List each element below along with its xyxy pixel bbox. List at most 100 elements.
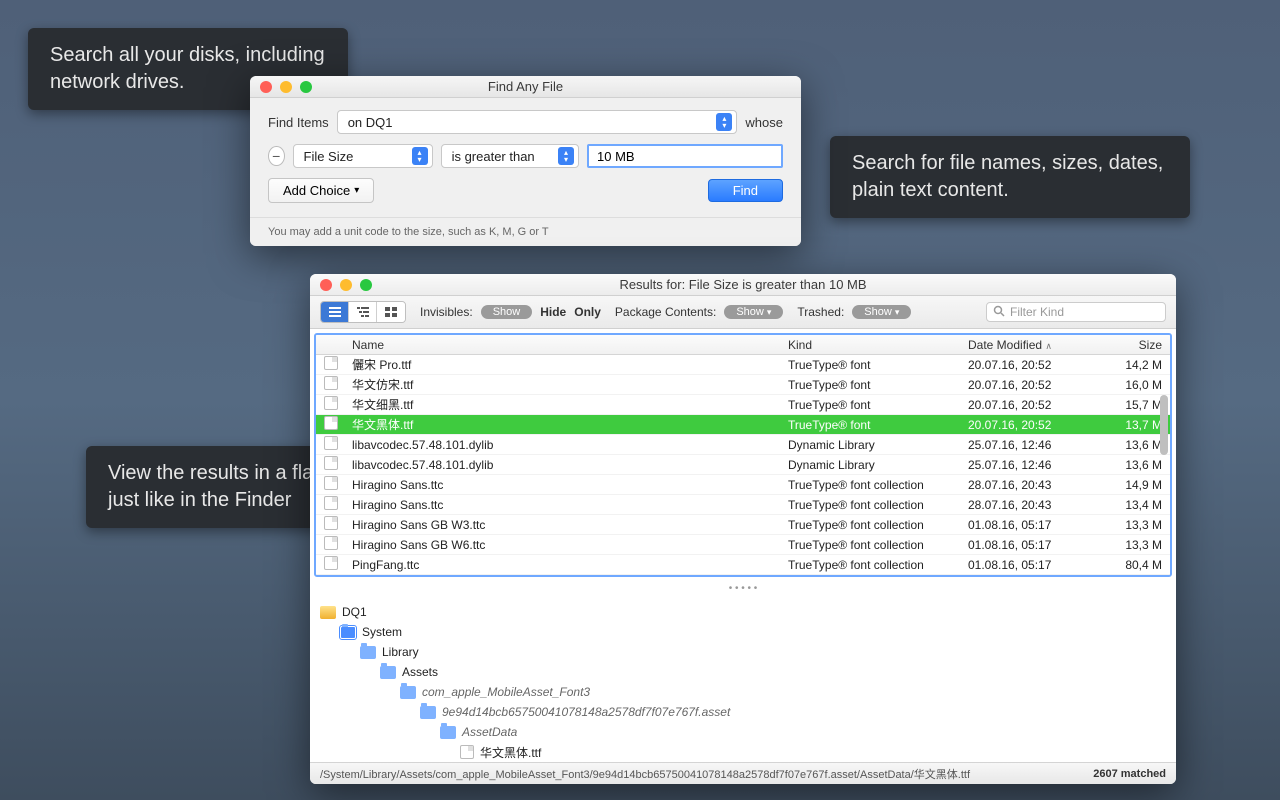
tree-row[interactable]: System xyxy=(320,622,1166,642)
operator-value: is greater than xyxy=(452,149,535,164)
folder-icon xyxy=(440,726,456,739)
file-icon xyxy=(324,356,338,370)
minimize-icon[interactable] xyxy=(340,279,352,291)
cell-name: 华文细黑.ttf xyxy=(344,396,780,413)
col-size[interactable]: Size xyxy=(1100,338,1170,352)
view-mode-segment[interactable] xyxy=(320,301,406,323)
splitter-handle[interactable]: • • • • • xyxy=(310,581,1176,596)
cell-kind: Dynamic Library xyxy=(780,438,960,452)
whose-label: whose xyxy=(745,115,783,130)
table-body[interactable]: 儷宋 Pro.ttf TrueType® font 20.07.16, 20:5… xyxy=(316,355,1170,575)
chevron-updown-icon: ▾ xyxy=(895,307,900,318)
tree-label: Assets xyxy=(402,665,438,679)
cell-date: 01.08.16, 05:17 xyxy=(960,538,1100,552)
tree-row[interactable]: Library xyxy=(320,642,1166,662)
table-row[interactable]: Hiragino Sans GB W6.ttc TrueType® font c… xyxy=(316,535,1170,555)
tree-row[interactable]: com_apple_MobileAsset_Font3 xyxy=(320,682,1166,702)
table-row[interactable]: 华文黑体.ttf TrueType® font 20.07.16, 20:52 … xyxy=(316,415,1170,435)
titlebar[interactable]: Find Any File xyxy=(250,76,801,98)
cell-name: Hiragino Sans.ttc xyxy=(344,478,780,492)
search-icon xyxy=(993,305,1005,320)
invisibles-hide-button[interactable]: Hide xyxy=(540,305,566,319)
status-count: 2607 matched xyxy=(1093,768,1166,780)
cell-date: 01.08.16, 05:17 xyxy=(960,518,1100,532)
file-icon xyxy=(324,536,338,550)
table-row[interactable]: PingFang.ttc TrueType® font collection 0… xyxy=(316,555,1170,575)
results-window: Results for: File Size is greater than 1… xyxy=(310,274,1176,784)
file-icon xyxy=(324,436,338,450)
file-icon xyxy=(324,496,338,510)
cell-kind: Dynamic Library xyxy=(780,458,960,472)
cell-size: 13,3 M xyxy=(1100,518,1170,532)
table-row[interactable]: libavcodec.57.48.101.dylib Dynamic Libra… xyxy=(316,435,1170,455)
cell-kind: TrueType® font collection xyxy=(780,498,960,512)
package-show-button[interactable]: Show ▾ xyxy=(724,305,783,319)
table-row[interactable]: libavcodec.57.48.101.dylib Dynamic Libra… xyxy=(316,455,1170,475)
cell-name: 儷宋 Pro.ttf xyxy=(344,356,780,373)
remove-criterion-button[interactable]: − xyxy=(268,146,285,166)
tree-label: com_apple_MobileAsset_Font3 xyxy=(422,685,590,699)
table-row[interactable]: Hiragino Sans.ttc TrueType® font collect… xyxy=(316,495,1170,515)
scrollbar[interactable] xyxy=(1160,395,1168,455)
table-row[interactable]: 华文仿宋.ttf TrueType® font 20.07.16, 20:52 … xyxy=(316,375,1170,395)
folder-icon xyxy=(360,646,376,659)
zoom-icon[interactable] xyxy=(360,279,372,291)
path-tree[interactable]: DQ1 System Library Assets com_apple_MobileAs… xyxy=(310,596,1176,768)
scope-select[interactable]: on DQ1 xyxy=(337,110,738,134)
cell-date: 28.07.16, 20:43 xyxy=(960,498,1100,512)
value-input[interactable] xyxy=(587,144,783,168)
find-window: Find Any File Find Items on DQ1 whose − … xyxy=(250,76,801,246)
cell-date: 25.07.16, 12:46 xyxy=(960,458,1100,472)
add-choice-label: Add Choice xyxy=(283,183,350,198)
trashed-label: Trashed: xyxy=(797,305,844,319)
close-icon[interactable] xyxy=(320,279,332,291)
close-icon[interactable] xyxy=(260,81,272,93)
cell-date: 20.07.16, 20:52 xyxy=(960,398,1100,412)
find-button[interactable]: Find xyxy=(708,179,783,202)
cell-kind: TrueType® font xyxy=(780,358,960,372)
folder-icon xyxy=(340,626,356,639)
chevron-down-icon: ▾ xyxy=(354,185,359,196)
list-view-icon[interactable] xyxy=(321,302,349,322)
cell-name: 华文黑体.ttf xyxy=(344,416,780,433)
file-icon xyxy=(324,516,338,530)
tree-row[interactable]: 9e94d14bcb65750041078148a2578df7f07e767f… xyxy=(320,702,1166,722)
cell-date: 20.07.16, 20:52 xyxy=(960,358,1100,372)
col-date[interactable]: Date Modified ∧ xyxy=(960,338,1100,352)
zoom-icon[interactable] xyxy=(300,81,312,93)
titlebar[interactable]: Results for: File Size is greater than 1… xyxy=(310,274,1176,296)
tree-row[interactable]: AssetData xyxy=(320,722,1166,742)
invisibles-show-button[interactable]: Show xyxy=(481,305,533,319)
cell-date: 20.07.16, 20:52 xyxy=(960,378,1100,392)
callout-criteria: Search for file names, sizes, dates, pla… xyxy=(830,136,1190,218)
tree-label: 9e94d14bcb65750041078148a2578df7f07e767f… xyxy=(442,705,730,719)
col-kind[interactable]: Kind xyxy=(780,338,960,352)
col-name[interactable]: Name xyxy=(344,338,780,352)
hierarchy-view-icon[interactable] xyxy=(349,302,377,322)
add-choice-button[interactable]: Add Choice ▾ xyxy=(268,178,374,203)
cell-date: 25.07.16, 12:46 xyxy=(960,438,1100,452)
cell-size: 14,2 M xyxy=(1100,358,1170,372)
attribute-select[interactable]: File Size xyxy=(293,144,433,168)
cell-date: 01.08.16, 05:17 xyxy=(960,558,1100,572)
table-row[interactable]: Hiragino Sans GB W3.ttc TrueType® font c… xyxy=(316,515,1170,535)
minimize-icon[interactable] xyxy=(280,81,292,93)
table-row[interactable]: Hiragino Sans.ttc TrueType® font collect… xyxy=(316,475,1170,495)
table-header[interactable]: Name Kind Date Modified ∧ Size xyxy=(316,335,1170,355)
trashed-show-button[interactable]: Show ▾ xyxy=(852,305,911,319)
table-row[interactable]: 华文细黑.ttf TrueType® font 20.07.16, 20:52 … xyxy=(316,395,1170,415)
cell-size: 13,6 M xyxy=(1100,458,1170,472)
icon-view-icon[interactable] xyxy=(377,302,405,322)
invisibles-only-button[interactable]: Only xyxy=(574,305,601,319)
tree-label: System xyxy=(362,625,402,639)
status-bar: /System/Library/Assets/com_apple_MobileA… xyxy=(310,762,1176,784)
tree-row[interactable]: 华文黑体.ttf xyxy=(320,742,1166,762)
operator-select[interactable]: is greater than xyxy=(441,144,579,168)
cell-kind: TrueType® font collection xyxy=(780,558,960,572)
tree-row[interactable]: DQ1 xyxy=(320,602,1166,622)
filter-input[interactable]: Filter Kind xyxy=(986,302,1166,322)
tree-row[interactable]: Assets xyxy=(320,662,1166,682)
cell-size: 14,9 M xyxy=(1100,478,1170,492)
table-row[interactable]: 儷宋 Pro.ttf TrueType® font 20.07.16, 20:5… xyxy=(316,355,1170,375)
cell-kind: TrueType® font xyxy=(780,398,960,412)
